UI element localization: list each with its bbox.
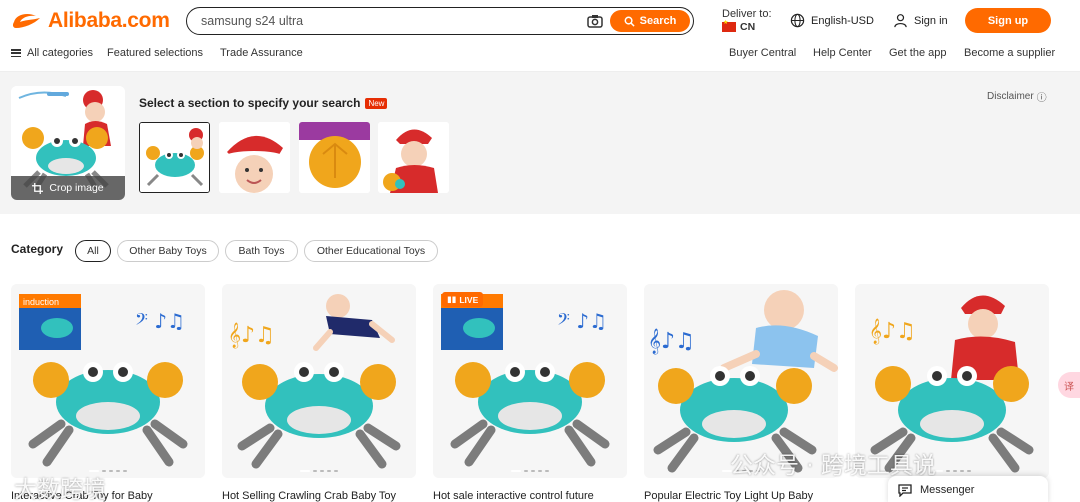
chip-other-educational-toys[interactable]: Other Educational Toys (304, 240, 438, 262)
china-flag-icon (722, 19, 736, 32)
product-title-4[interactable]: Popular Electric Toy Light Up Baby (644, 490, 813, 502)
sign-in-label: Sign in (914, 14, 948, 27)
crop-icon (32, 182, 44, 194)
live-icon: ▮▮ (447, 294, 457, 304)
nav-buyer-central[interactable]: Buyer Central (729, 47, 796, 59)
select-section-title: Select a section to specify your search … (139, 96, 388, 110)
product-image: induction 𝄢 ♪♫ (11, 284, 205, 478)
svg-text:𝄢 ♪♫: 𝄢 ♪♫ (135, 309, 185, 333)
deliver-country: CN (740, 21, 756, 33)
sign-up-button[interactable]: Sign up (965, 8, 1051, 33)
image-carousel-dots (222, 470, 416, 472)
new-badge: New (365, 97, 388, 109)
watermark-right: 公众号 · 跨境工具说 (730, 453, 936, 479)
alibaba-logo-icon (12, 14, 40, 28)
search-button-label: Search (639, 15, 677, 27)
nav-become-supplier[interactable]: Become a supplier (964, 47, 1055, 59)
search-input[interactable] (201, 12, 581, 30)
chip-all[interactable]: All (75, 240, 111, 262)
section-thumb-claw[interactable] (299, 122, 370, 193)
image-carousel-dots (433, 470, 627, 472)
translate-tab[interactable]: 译 (1058, 372, 1080, 398)
top-header: Alibaba.com Search Deliver to: CN (0, 0, 1080, 72)
chip-other-baby-toys[interactable]: Other Baby Toys (117, 240, 219, 262)
product-title-2[interactable]: Hot Selling Crawling Crab Baby Toy (222, 490, 396, 502)
thumb-image (140, 123, 209, 192)
image-search-panel: Crop image Select a section to specify y… (0, 72, 1080, 214)
sign-in-link[interactable]: Sign in (893, 13, 948, 28)
message-icon (898, 484, 912, 497)
crop-image-button[interactable]: Crop image (11, 176, 125, 200)
crop-image-label: Crop image (49, 182, 104, 194)
nav-help-center[interactable]: Help Center (813, 47, 872, 59)
menu-icon (11, 49, 21, 57)
product-card-3[interactable]: 𝄢 ♪♫ ▮▮ LIVE (433, 284, 627, 478)
product-image: 𝄢 ♪♫ (433, 284, 627, 478)
search-icon (624, 16, 635, 27)
language-label: English-USD (811, 14, 874, 27)
svg-text:𝄞♪♫: 𝄞♪♫ (869, 318, 916, 344)
info-icon: ⓘ (1036, 93, 1047, 104)
section-thumb-crab-full[interactable] (139, 122, 210, 193)
product-image: 𝄞♪♫ (222, 284, 416, 478)
live-label: LIVE (459, 294, 479, 305)
search-button[interactable]: Search (610, 10, 690, 32)
box-label: induction (23, 297, 59, 307)
svg-text:𝄢 ♪♫: 𝄢 ♪♫ (557, 309, 607, 333)
messenger-label: Messenger (920, 484, 975, 496)
disclaimer-label: Disclaimer (987, 91, 1034, 102)
watermark-left: 大数跨境 (14, 477, 106, 502)
nav-all-categories[interactable]: All categories (11, 47, 93, 59)
user-icon (894, 14, 907, 28)
globe-icon (790, 13, 805, 28)
nav-all-categories-label: All categories (27, 47, 94, 59)
deliver-to[interactable]: Deliver to: CN (722, 8, 772, 33)
svg-text:𝄞♪♫: 𝄞♪♫ (228, 322, 275, 348)
live-badge: ▮▮ LIVE (442, 292, 484, 307)
product-card-1[interactable]: induction 𝄢 ♪♫ (11, 284, 205, 478)
uploaded-image[interactable]: Crop image (11, 86, 125, 200)
thumb-image (378, 122, 449, 193)
category-label: Category (11, 242, 64, 256)
thumb-image (219, 122, 290, 193)
search-bar: Search (186, 7, 694, 35)
chip-bath-toys[interactable]: Bath Toys (225, 240, 298, 262)
thumb-image (299, 122, 370, 193)
product-title-3[interactable]: Hot sale interactive control future (433, 490, 594, 502)
select-section-text: Select a section to specify your search (139, 96, 361, 110)
messenger-button[interactable]: Messenger (888, 476, 1048, 502)
product-card-2[interactable]: 𝄞♪♫ (222, 284, 416, 478)
nav-get-the-app[interactable]: Get the app (889, 47, 947, 59)
svg-text:𝄞♪♫: 𝄞♪♫ (648, 328, 695, 354)
language-selector[interactable]: English-USD (790, 13, 874, 28)
deliver-label: Deliver to: (722, 8, 772, 20)
nav-trade-assurance[interactable]: Trade Assurance (220, 47, 303, 59)
section-thumb-baby-face[interactable] (219, 122, 290, 193)
disclaimer-link[interactable]: Disclaimer ⓘ (987, 89, 1047, 104)
nav-featured-selections[interactable]: Featured selections (107, 47, 203, 59)
camera-icon[interactable] (586, 12, 604, 30)
logo-text: Alibaba.com (48, 9, 170, 32)
section-thumb-baby-santa[interactable] (378, 122, 449, 193)
alibaba-logo[interactable]: Alibaba.com (10, 8, 170, 34)
